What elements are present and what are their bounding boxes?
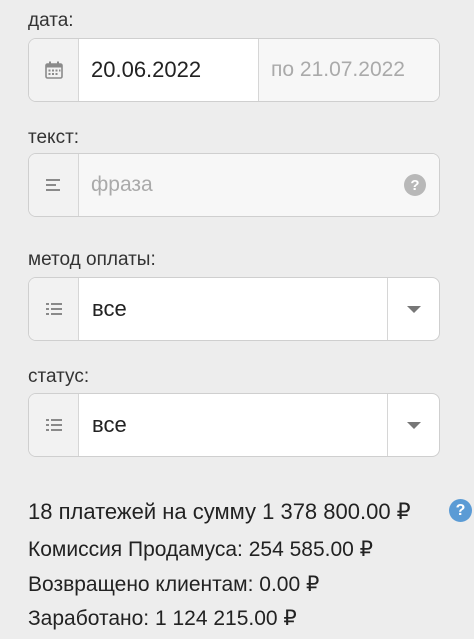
list-icon: [29, 394, 79, 456]
date-from-input[interactable]: 20.06.2022: [79, 39, 259, 101]
text-label: текст:: [28, 127, 80, 148]
summary-refunded: Возвращено клиентам: 0.00 ₽: [28, 573, 320, 596]
help-icon[interactable]: ?: [449, 499, 472, 522]
list-icon: [29, 278, 79, 340]
summary-commission: Комиссия Продамуса: 254 585.00 ₽: [28, 538, 374, 561]
summary-earned: Заработано: 1 124 215.00 ₽: [28, 607, 297, 630]
status-value: все: [92, 412, 127, 437]
status-label: статус:: [28, 366, 90, 387]
help-icon[interactable]: ?: [404, 174, 426, 196]
chevron-down-icon[interactable]: [387, 394, 439, 456]
text-lines-icon: [29, 154, 79, 216]
calendar-icon[interactable]: [29, 39, 79, 101]
chevron-down-icon[interactable]: [387, 278, 439, 340]
date-to-input[interactable]: по 21.07.2022: [259, 39, 439, 101]
text-search-field: ?: [28, 153, 440, 217]
payment-method-label: метод оплаты:: [28, 249, 156, 270]
status-select[interactable]: все: [28, 393, 440, 457]
payment-method-value: все: [92, 296, 127, 321]
date-range-field: 20.06.2022 по 21.07.2022: [28, 38, 440, 102]
text-search-input[interactable]: [79, 154, 391, 216]
payment-method-select[interactable]: все: [28, 277, 440, 341]
date-label: дата:: [28, 10, 74, 31]
summary-total: 18 платежей на сумму 1 378 800.00 ₽: [28, 499, 411, 524]
